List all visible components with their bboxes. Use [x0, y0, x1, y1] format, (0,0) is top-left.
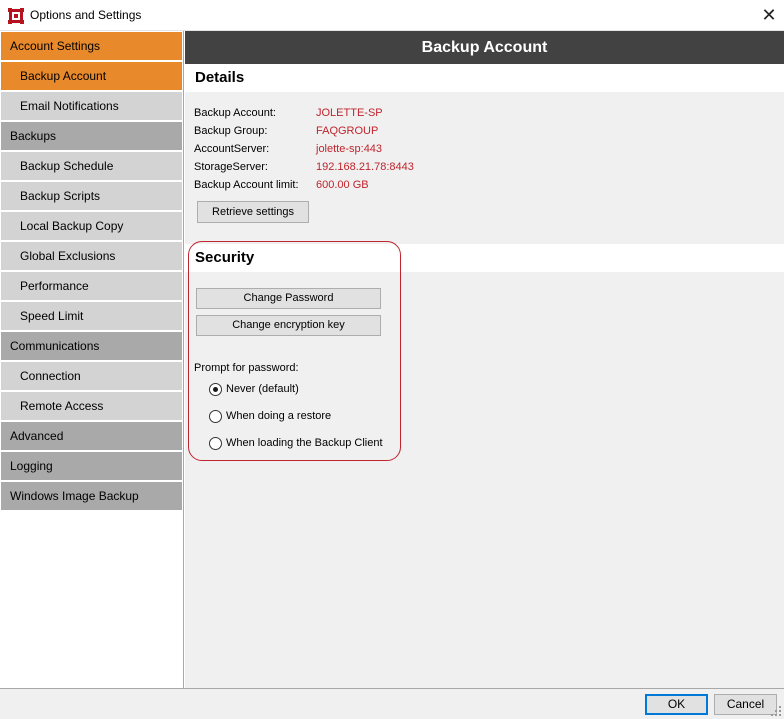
prompt-password-label: Prompt for password:: [194, 362, 299, 374]
sidebar-item-backups[interactable]: Backups: [1, 122, 182, 150]
backup-account-value: JOLETTE-SP: [316, 107, 383, 119]
backup-account-label: Backup Account:: [194, 107, 276, 119]
security-heading: Security: [185, 244, 784, 272]
sidebar-item-remote-access[interactable]: Remote Access: [1, 392, 182, 420]
window-title: Options and Settings: [30, 8, 142, 22]
radio-never-label[interactable]: Never (default): [226, 383, 299, 395]
sidebar-item-logging[interactable]: Logging: [1, 452, 182, 480]
radio-loading-client-label[interactable]: When loading the Backup Client: [226, 437, 383, 449]
radio-loading-client-circle[interactable]: [209, 437, 222, 450]
sidebar: Account Settings Backup Account Email No…: [0, 31, 184, 688]
change-encryption-key-button[interactable]: Change encryption key: [196, 315, 381, 336]
sidebar-item-local-backup-copy[interactable]: Local Backup Copy: [1, 212, 182, 240]
sidebar-item-email-notifications[interactable]: Email Notifications: [1, 92, 182, 120]
sidebar-item-backup-account[interactable]: Backup Account: [1, 62, 182, 90]
radio-selected-dot: [213, 387, 218, 392]
account-server-label: AccountServer:: [194, 143, 270, 155]
sidebar-item-communications[interactable]: Communications: [1, 332, 182, 360]
sidebar-item-performance[interactable]: Performance: [1, 272, 182, 300]
backup-group-label: Backup Group:: [194, 125, 268, 137]
cancel-button[interactable]: Cancel: [714, 694, 777, 715]
sidebar-item-account-settings[interactable]: Account Settings: [1, 32, 182, 60]
sidebar-item-advanced[interactable]: Advanced: [1, 422, 182, 450]
close-icon[interactable]: ✕: [758, 4, 780, 26]
account-server-value: jolette-sp:443: [316, 143, 383, 155]
sidebar-item-windows-image-backup[interactable]: Windows Image Backup: [1, 482, 182, 510]
sidebar-item-connection[interactable]: Connection: [1, 362, 182, 390]
app-icon: [8, 8, 24, 24]
retrieve-settings-button[interactable]: Retrieve settings: [197, 201, 309, 223]
ok-button[interactable]: OK: [645, 694, 708, 715]
storage-server-value: 192.168.21.78:8443: [316, 161, 414, 173]
backup-group-value: FAQGROUP: [316, 125, 379, 137]
page-title: Backup Account: [185, 31, 784, 64]
sidebar-item-global-exclusions[interactable]: Global Exclusions: [1, 242, 182, 270]
account-limit-label: Backup Account limit:: [194, 179, 299, 191]
sidebar-item-backup-schedule[interactable]: Backup Schedule: [1, 152, 182, 180]
storage-server-label: StorageServer:: [194, 161, 268, 173]
details-heading: Details: [185, 64, 784, 92]
radio-restore-circle[interactable]: [209, 410, 222, 423]
title-bar: Options and Settings ✕: [0, 0, 784, 31]
security-highlight-outline: [188, 241, 401, 461]
sidebar-item-backup-scripts[interactable]: Backup Scripts: [1, 182, 182, 210]
content-panel: Details Backup Account: JOLETTE-SP Backu…: [185, 64, 784, 688]
account-limit-value: 600.00 GB: [316, 179, 369, 191]
sidebar-item-speed-limit[interactable]: Speed Limit: [1, 302, 182, 330]
radio-restore-label[interactable]: When doing a restore: [226, 410, 331, 422]
resize-grip-icon[interactable]: [770, 705, 782, 717]
radio-never-circle[interactable]: [209, 383, 222, 396]
dialog-footer: OK Cancel: [0, 688, 784, 719]
change-password-button[interactable]: Change Password: [196, 288, 381, 309]
